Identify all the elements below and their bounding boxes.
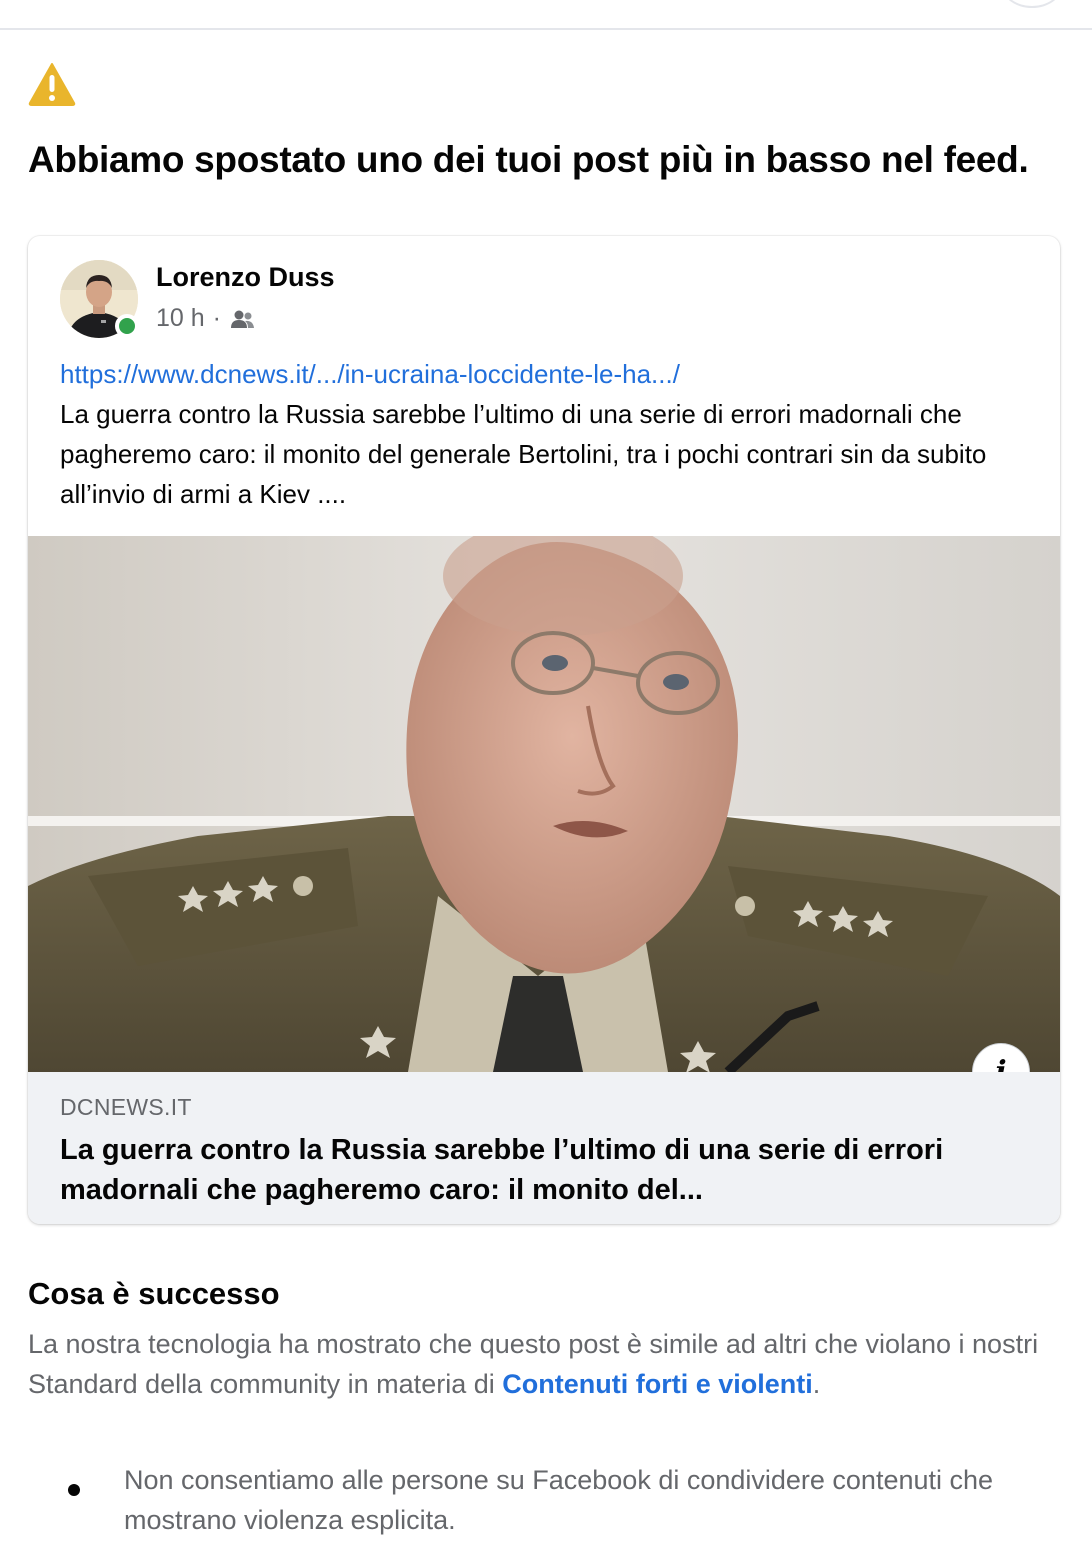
link-preview[interactable]: DCNEWS.IT La guerra contro la Russia sar… — [28, 1072, 1060, 1224]
section-title: Cosa è successo — [28, 1276, 280, 1311]
post-text: La guerra contro la Russia sarebbe l’ult… — [60, 399, 987, 509]
post-link[interactable]: https://www.dcnews.it/.../in-ucraina-loc… — [60, 354, 1020, 394]
post-author[interactable]: Lorenzo Duss — [156, 262, 335, 293]
post-card[interactable]: Lorenzo Duss 10 h · https://www.dcnews.i… — [28, 236, 1060, 1224]
bullet-icon — [68, 1484, 80, 1496]
notice-headline: Abbiamo spostato uno dei tuoi post più i… — [28, 139, 1029, 180]
meta-separator: · — [212, 304, 221, 332]
post-body: https://www.dcnews.it/.../in-ucraina-loc… — [60, 354, 1020, 514]
online-status-indicator — [115, 314, 139, 338]
policy-bullet: Non consentiamo alle persone su Facebook… — [124, 1465, 994, 1535]
post-time[interactable]: 10 h — [156, 304, 205, 333]
post-image[interactable] — [28, 536, 1060, 1072]
friends-icon — [231, 310, 254, 328]
community-standards-link[interactable]: Contenuti forti e violenti — [502, 1369, 813, 1399]
explanation-text-after: . — [812, 1369, 821, 1399]
top-bar — [0, 0, 1092, 30]
explanation-text: La nostra tecnologia ha mostrato che que… — [28, 1324, 1058, 1404]
top-right-button[interactable] — [1002, 0, 1062, 8]
post-meta: 10 h · — [156, 304, 255, 333]
warning-icon — [28, 63, 76, 106]
preview-domain: DCNEWS.IT — [60, 1094, 192, 1120]
preview-title[interactable]: La guerra contro la Russia sarebbe l’ult… — [60, 1130, 1020, 1210]
